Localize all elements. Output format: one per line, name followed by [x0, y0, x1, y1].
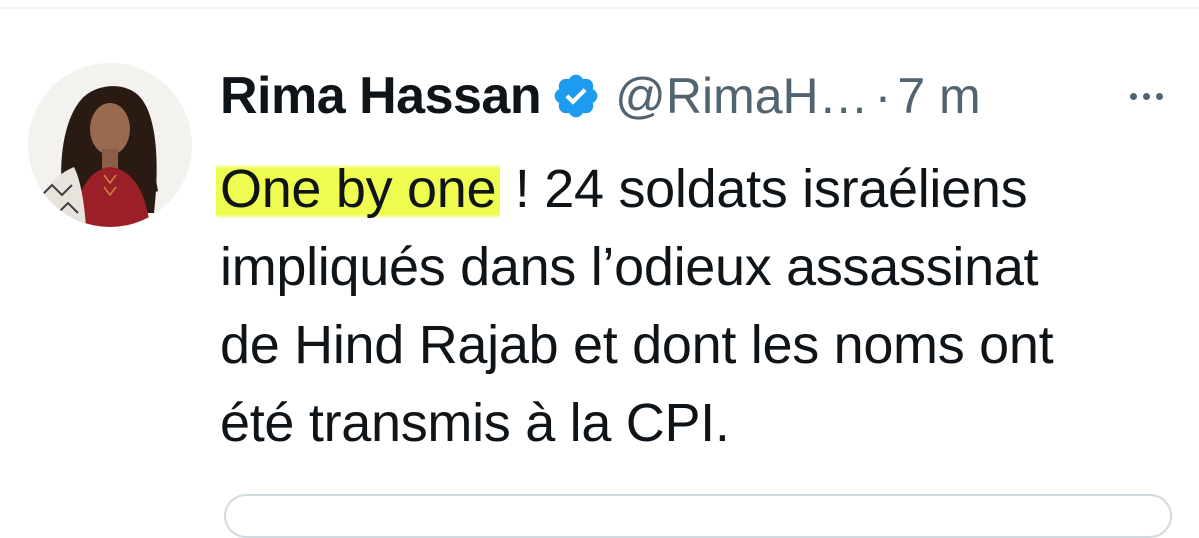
verified-badge-icon	[551, 71, 601, 121]
avatar-image	[28, 63, 192, 227]
tweet-line-3: de Hind Rajab et dont les noms ont	[220, 315, 1054, 375]
quoted-card[interactable]	[224, 494, 1172, 538]
tweet-line-2: impliqués dans l’odieux assassinat	[220, 237, 1039, 297]
avatar[interactable]	[28, 63, 192, 227]
highlighted-text: One by one	[216, 159, 501, 219]
more-options-icon[interactable]	[1122, 78, 1170, 114]
author-handle[interactable]: @RimaH…	[615, 67, 869, 125]
display-name[interactable]: Rima Hassan	[220, 66, 542, 126]
tweet-text: One by one ! 24 soldats israéliens impli…	[216, 150, 1190, 462]
tweet-line-1-rest: ! 24 soldats israéliens	[500, 159, 1028, 219]
tweet-line-4: été transmis à la CPI.	[220, 393, 730, 453]
timestamp[interactable]: 7 m	[897, 67, 980, 125]
separator-dot: ·	[874, 68, 892, 124]
more-dot	[1142, 92, 1150, 100]
tweet[interactable]: Rima Hassan @RimaH… · 7 m One by one ! 2…	[0, 0, 1199, 538]
more-dot	[1129, 92, 1137, 100]
tweet-header: Rima Hassan @RimaH… · 7 m	[220, 58, 981, 134]
tweet-line-1: One by one ! 24 soldats israéliens	[216, 150, 1190, 228]
more-dot	[1155, 92, 1163, 100]
